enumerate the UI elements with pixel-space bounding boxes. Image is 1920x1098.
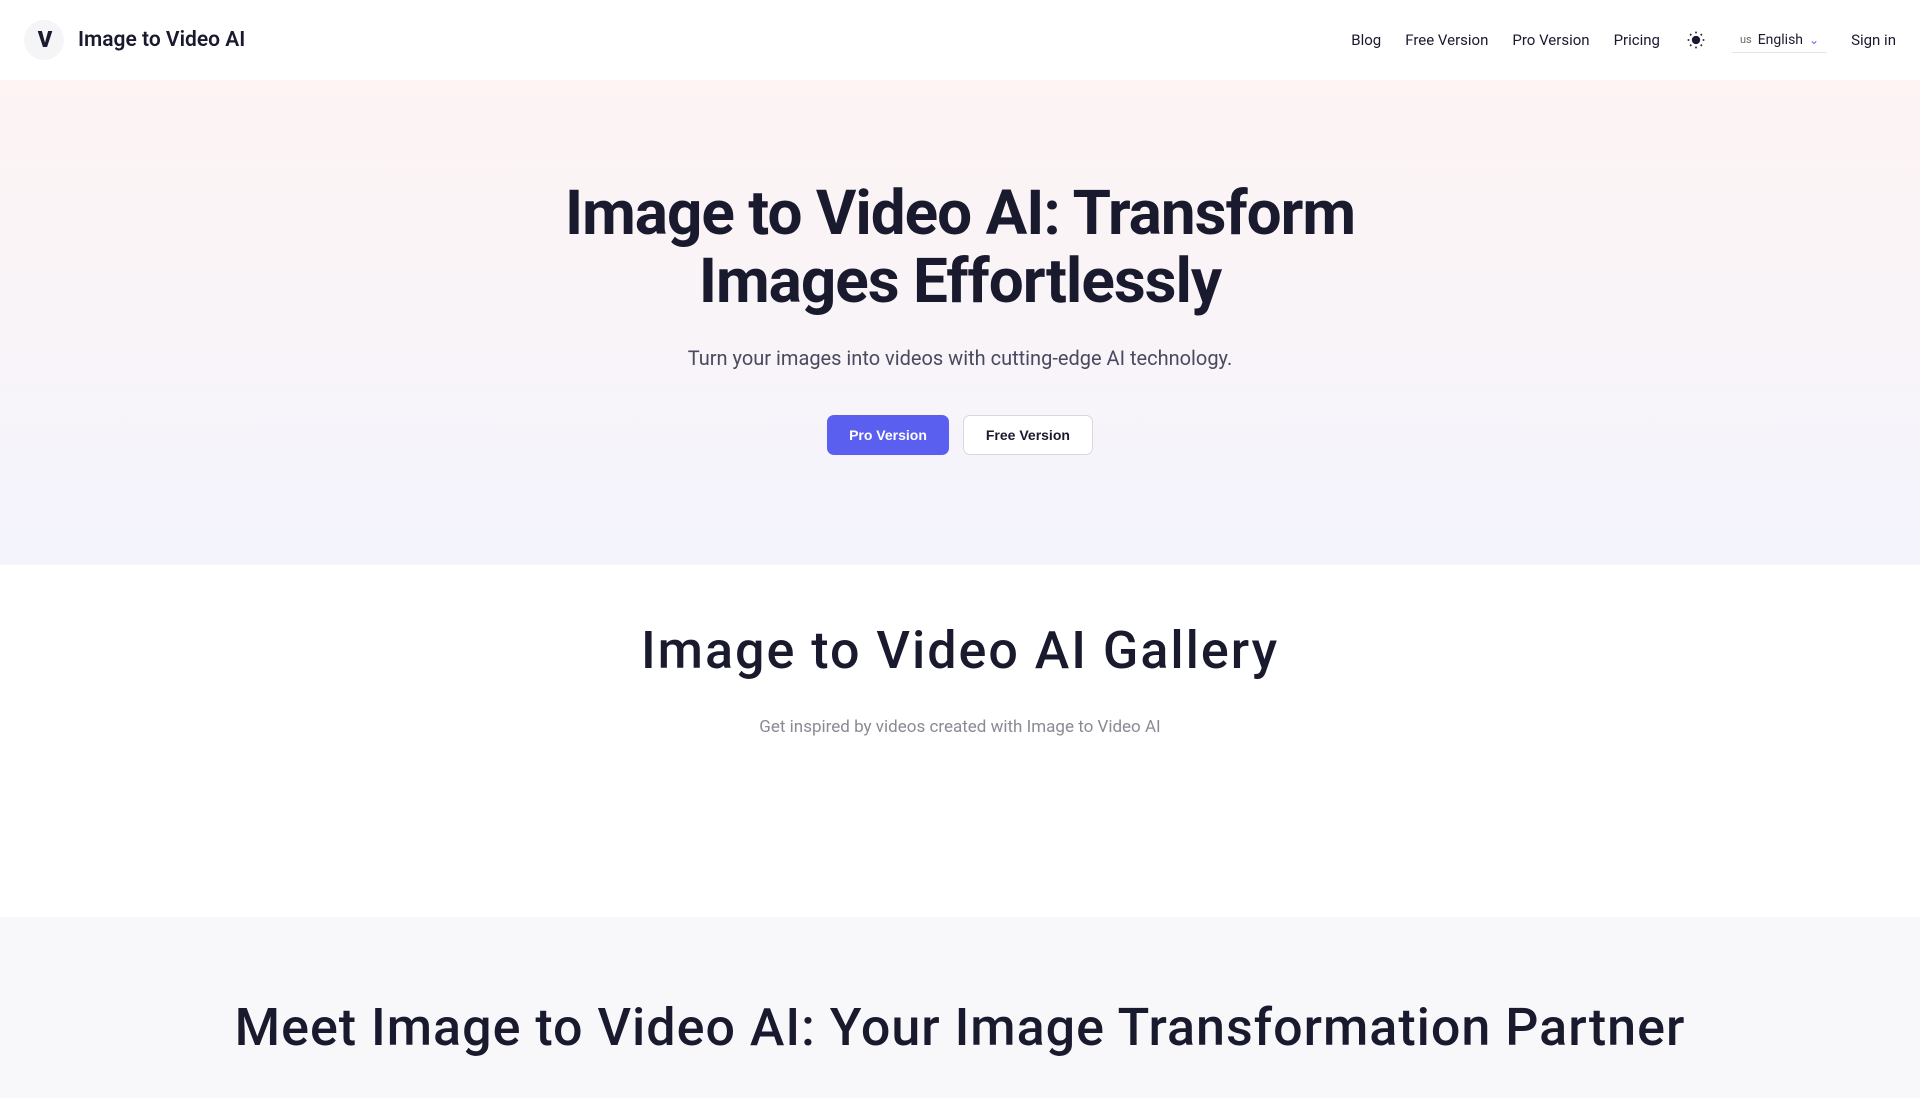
free-version-button[interactable]: Free Version	[963, 415, 1093, 455]
hero-title: Image to Video AI: Transform Images Effo…	[510, 180, 1410, 316]
nav-pricing[interactable]: Pricing	[1614, 31, 1660, 49]
gallery-subtitle: Get inspired by videos created with Imag…	[40, 717, 1880, 737]
pro-version-button[interactable]: Pro Version	[827, 415, 949, 455]
hero-subtitle: Turn your images into videos with cuttin…	[40, 346, 1880, 370]
sign-in-button[interactable]: Sign in	[1851, 31, 1896, 49]
gallery-title: Image to Video AI Gallery	[40, 620, 1880, 681]
partner-title: Meet Image to Video AI: Your Image Trans…	[40, 997, 1880, 1058]
language-selector[interactable]: us English ⌄	[1732, 28, 1827, 53]
language-label: English	[1758, 32, 1803, 48]
sun-icon	[1686, 30, 1706, 50]
chevron-down-icon: ⌄	[1809, 33, 1819, 47]
partner-section: Meet Image to Video AI: Your Image Trans…	[0, 917, 1920, 1098]
nav-free-version[interactable]: Free Version	[1405, 31, 1488, 49]
theme-toggle-button[interactable]	[1684, 28, 1708, 52]
logo-v-icon: V	[38, 28, 51, 53]
logo-section[interactable]: V Image to Video AI	[24, 20, 245, 60]
nav-section: Blog Free Version Pro Version Pricing us…	[1351, 28, 1896, 53]
hero-section: Image to Video AI: Transform Images Effo…	[0, 80, 1920, 565]
nav-blog[interactable]: Blog	[1351, 31, 1381, 49]
language-prefix: us	[1740, 33, 1752, 46]
logo-text: Image to Video AI	[78, 28, 245, 52]
hero-buttons: Pro Version Free Version	[40, 415, 1880, 455]
header: V Image to Video AI Blog Free Version Pr…	[0, 0, 1920, 80]
logo-badge: V	[24, 20, 64, 60]
nav-pro-version[interactable]: Pro Version	[1512, 31, 1589, 49]
gallery-section: Image to Video AI Gallery Get inspired b…	[0, 565, 1920, 917]
